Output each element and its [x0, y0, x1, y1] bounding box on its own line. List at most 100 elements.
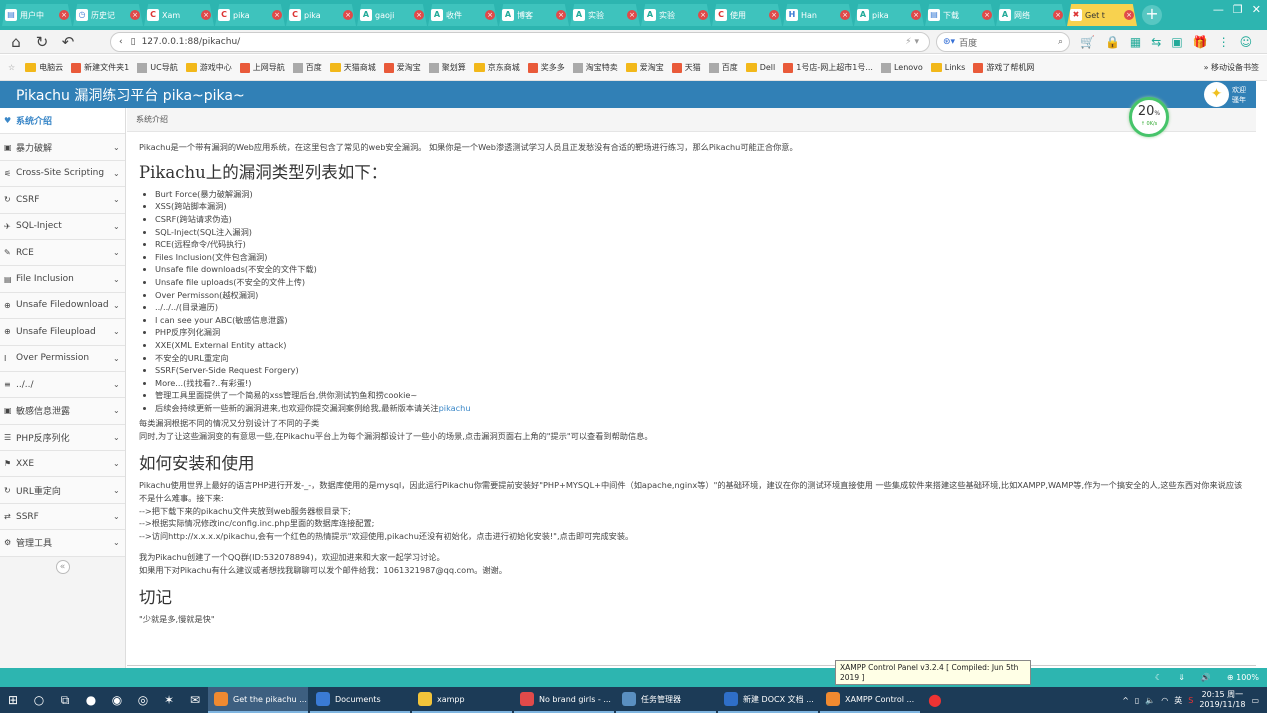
- bookmark-item[interactable]: 淘宝特卖: [572, 62, 618, 73]
- browser-tab[interactable]: ✖ Get t ×: [1067, 4, 1137, 26]
- star-icon[interactable]: ☆: [8, 63, 15, 72]
- notification-icon[interactable]: ▭: [1251, 696, 1259, 705]
- translate-icon[interactable]: ⇆: [1151, 35, 1161, 49]
- bookmark-item[interactable]: 新建文件夹1: [71, 62, 129, 73]
- bookmark-item[interactable]: 京东商城: [473, 62, 520, 73]
- sidebar-item[interactable]: ⚑ XXE ⌄: [0, 451, 125, 478]
- taskbar-app[interactable]: 新建 DOCX 文档 ...: [718, 687, 818, 713]
- cortana-icon[interactable]: ○: [26, 687, 52, 713]
- close-tab-icon[interactable]: ×: [485, 10, 495, 20]
- sidebar-item[interactable]: ▣ 敏感信息泄露 ⌄: [0, 398, 125, 425]
- ime-label[interactable]: 英: [1174, 695, 1182, 706]
- bookmark-item[interactable]: 游戏了帮机网: [973, 62, 1034, 73]
- lightning-icon[interactable]: ⚡ ▾: [905, 37, 919, 47]
- sidebar-item[interactable]: ⚙ 管理工具 ⌄: [0, 530, 125, 557]
- browser-pinned-icon[interactable]: ◉: [104, 687, 130, 713]
- wifi-icon[interactable]: ◠: [1161, 696, 1168, 705]
- sidebar-item[interactable]: ☰ PHP反序列化 ⌄: [0, 424, 125, 452]
- undo-icon[interactable]: ↶: [58, 32, 78, 52]
- taskbar-app[interactable]: No brand girls - ...: [514, 687, 614, 713]
- taskbar-app[interactable]: 任务管理器: [616, 687, 716, 713]
- browser-tab[interactable]: A 网络 ×: [996, 4, 1066, 26]
- pikachu-link[interactable]: pikachu: [439, 403, 471, 413]
- browser-tab[interactable]: Cpika ×: [215, 4, 285, 26]
- bookmark-item[interactable]: 聚划算: [428, 62, 466, 73]
- tray-expand-icon[interactable]: ^: [1122, 696, 1129, 705]
- sound-icon[interactable]: 🔊: [1201, 673, 1211, 682]
- sidebar-item[interactable]: ↻ CSRF ⌄: [0, 187, 125, 214]
- browser-tab[interactable]: A 实验 ×: [641, 4, 711, 26]
- mobile-bookmarks[interactable]: » 移动设备书签: [1204, 62, 1259, 73]
- wechat-icon[interactable]: ✉: [182, 687, 208, 713]
- taskbar-app[interactable]: XAMPP Control ...: [820, 687, 920, 713]
- close-tab-icon[interactable]: ×: [556, 10, 566, 20]
- sidebar-item[interactable]: ▣ 暴力破解 ⌄: [0, 134, 125, 161]
- minimize-icon[interactable]: —: [1213, 3, 1224, 16]
- cart-icon[interactable]: 🛒: [1080, 35, 1095, 49]
- close-tab-icon[interactable]: ×: [201, 10, 211, 20]
- browser-tab[interactable]: ▤ 下载 ×: [925, 4, 995, 26]
- grid-icon[interactable]: ▦: [1130, 35, 1141, 49]
- bookmark-item[interactable]: Links: [930, 63, 965, 72]
- tool-pinned-icon[interactable]: ✶: [156, 687, 182, 713]
- recording-icon[interactable]: ⬤: [922, 687, 948, 713]
- network-speed-widget[interactable]: 20% ↑ 0K/s: [1129, 97, 1169, 137]
- browser-tab[interactable]: C Xam ×: [144, 4, 214, 26]
- sidebar-item[interactable]: ⊕ Unsafe Fileupload ⌄: [0, 319, 125, 346]
- taskbar-app[interactable]: Get the pikachu ...: [208, 687, 308, 713]
- menu-icon[interactable]: ⋮: [1218, 35, 1230, 49]
- browser-tab[interactable]: ◷ 历史记 ×: [73, 4, 143, 26]
- home-icon[interactable]: ⌂: [6, 32, 26, 52]
- bookmark-item[interactable]: 爱淘宝: [383, 62, 421, 73]
- windows-start-icon[interactable]: ⊞: [0, 687, 26, 713]
- steam-icon[interactable]: ◎: [130, 687, 156, 713]
- gift-icon[interactable]: 🎁: [1193, 35, 1208, 49]
- zoom-control[interactable]: ⊕ 100%: [1227, 673, 1259, 682]
- browser-tab[interactable]: H Han ×: [783, 4, 853, 26]
- close-tab-icon[interactable]: ×: [59, 10, 69, 20]
- close-tab-icon[interactable]: ×: [130, 10, 140, 20]
- refresh-icon[interactable]: ↻: [32, 32, 52, 52]
- browser-tab[interactable]: A 实验 ×: [570, 4, 640, 26]
- browser-tab[interactable]: ▤ 用户中 ×: [2, 4, 72, 26]
- bookmark-item[interactable]: 百度: [708, 62, 738, 73]
- browser-tab[interactable]: A 收件 ×: [428, 4, 498, 26]
- taskbar-app[interactable]: Documents: [310, 687, 410, 713]
- bookmark-item[interactable]: 天猫商城: [329, 62, 376, 73]
- close-tab-icon[interactable]: ×: [627, 10, 637, 20]
- collapse-icon[interactable]: «: [55, 559, 70, 574]
- browser-tab[interactable]: C 使用 ×: [712, 4, 782, 26]
- battery-icon[interactable]: ▯: [1135, 696, 1139, 705]
- clock[interactable]: 20:15 周一 2019/11/18: [1199, 690, 1245, 710]
- antivirus-icon[interactable]: S: [1188, 696, 1193, 705]
- close-tab-icon[interactable]: ×: [343, 10, 353, 20]
- bookmark-item[interactable]: 游戏中心: [185, 62, 232, 73]
- bookmark-item[interactable]: 百度: [292, 62, 322, 73]
- close-tab-icon[interactable]: ×: [1124, 10, 1134, 20]
- profile-icon[interactable]: ☺: [1240, 35, 1253, 49]
- bookmark-item[interactable]: 1号店-网上超市1号...: [783, 62, 873, 73]
- browser-tab[interactable]: A 博客 ×: [499, 4, 569, 26]
- bookmark-item[interactable]: 天猫: [671, 62, 701, 73]
- browser-tab[interactable]: Apika ×: [854, 4, 924, 26]
- browser-tab[interactable]: Cpika ×: [286, 4, 356, 26]
- download-icon[interactable]: ⇓: [1178, 673, 1185, 682]
- bookmark-item[interactable]: 电脑云: [25, 62, 63, 73]
- close-tab-icon[interactable]: ×: [414, 10, 424, 20]
- close-tab-icon[interactable]: ×: [1053, 10, 1063, 20]
- close-tab-icon[interactable]: ×: [769, 10, 779, 20]
- search-icon[interactable]: ⌕: [1058, 37, 1063, 47]
- volume-icon[interactable]: 🔈: [1145, 696, 1155, 705]
- sidebar-item[interactable]: ↻ URL重定向 ⌄: [0, 477, 125, 504]
- sidebar-item[interactable]: ✈ SQL-Inject ⌄: [0, 213, 125, 240]
- app-title[interactable]: Pikachu 漏洞练习平台 pika~pika~: [16, 85, 245, 105]
- bookmark-item[interactable]: 上网导航: [239, 62, 285, 73]
- search-engine-icon[interactable]: ⊛▾: [943, 37, 955, 47]
- task-view-icon[interactable]: ⧉: [52, 687, 78, 713]
- browser-tab[interactable]: Agaoji ×: [357, 4, 427, 26]
- close-tab-icon[interactable]: ×: [840, 10, 850, 20]
- restore-icon[interactable]: ❐: [1233, 3, 1243, 16]
- sidebar-item[interactable]: ⇄ SSRF ⌄: [0, 503, 125, 531]
- close-tab-icon[interactable]: ×: [982, 10, 992, 20]
- moon-icon[interactable]: ☾: [1155, 673, 1162, 682]
